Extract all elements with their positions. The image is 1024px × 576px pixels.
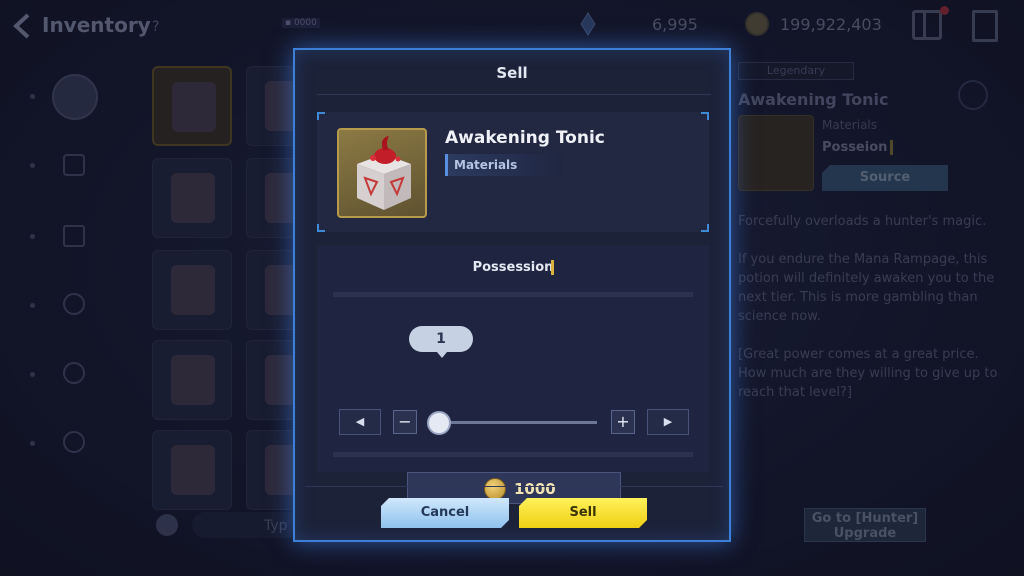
possession-value [551,260,554,275]
card-corner [701,224,709,232]
item-card: Awakening Tonic Materials [317,112,709,232]
divider [333,292,693,297]
quantity-slider-track[interactable] [447,421,597,424]
footer-divider [305,486,723,487]
decrease-all-button[interactable]: ◀ [339,409,381,435]
increase-all-button[interactable]: ▶ [647,409,689,435]
decrease-button[interactable]: − [393,410,417,434]
quantity-slider-handle[interactable] [427,411,451,435]
tonic-box-icon [357,136,411,210]
sell-price: 1000 [514,480,556,498]
sell-button[interactable]: Sell [519,498,647,528]
dialog-title: Sell [496,64,528,82]
card-corner [317,112,325,120]
gold-coin-icon [484,478,506,500]
possession-label: Possession [472,260,554,275]
item-category-tag: Materials [445,154,563,176]
cancel-button[interactable]: Cancel [381,498,509,528]
sell-dialog: Sell Awakening Tonic Materials Possessio… [293,48,731,542]
card-corner [317,224,325,232]
title-divider [317,94,711,95]
divider [333,452,693,457]
item-thumbnail [337,128,427,218]
dialog-item-name: Awakening Tonic [445,128,605,148]
quantity-bubble: 1 [409,326,473,358]
quantity-panel: Possession 1 ◀ − + ▶ 1000 [317,246,709,504]
increase-button[interactable]: + [611,410,635,434]
card-corner [701,112,709,120]
